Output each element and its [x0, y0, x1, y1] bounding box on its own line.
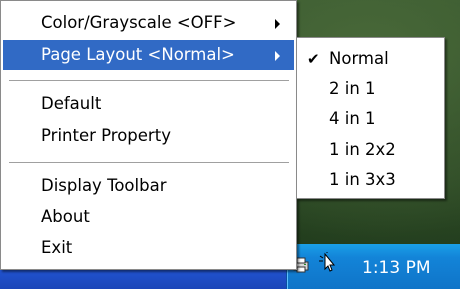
submenu-item-label: Normal	[329, 49, 389, 68]
menu-item-label: About	[41, 207, 90, 226]
submenu-item-2-in-1[interactable]: 2 in 1	[299, 73, 442, 105]
cursor-icon[interactable]	[318, 252, 338, 274]
submenu-arrow-icon	[275, 51, 280, 61]
menu-separator	[9, 80, 289, 82]
menu-separator	[9, 162, 289, 164]
menu-item-color-grayscale[interactable]: Color/Grayscale <OFF>	[3, 8, 294, 38]
menu-item-label: Exit	[41, 238, 73, 257]
submenu-arrow-icon	[275, 19, 280, 29]
menu-item-label: Color/Grayscale <OFF>	[41, 13, 237, 32]
menu-item-label: Display Toolbar	[41, 176, 167, 195]
submenu-item-1-in-3x3[interactable]: 1 in 3x3	[299, 164, 442, 196]
menu-item-display-toolbar[interactable]: Display Toolbar	[3, 171, 294, 201]
submenu-item-label: 1 in 2x2	[329, 140, 396, 159]
menu-item-label: Printer Property	[41, 126, 171, 145]
menu-item-label: Default	[41, 94, 102, 113]
context-menu: Color/Grayscale <OFF> Page Layout <Norma…	[0, 0, 297, 270]
submenu-item-label: 2 in 1	[329, 79, 376, 98]
taskbar-clock[interactable]: 1:13 PM	[362, 258, 431, 278]
check-icon: ✔	[307, 50, 320, 68]
menu-item-exit[interactable]: Exit	[3, 233, 294, 263]
submenu-item-label: 4 in 1	[329, 109, 376, 128]
menu-item-default[interactable]: Default	[3, 89, 294, 119]
submenu-item-4-in-1[interactable]: 4 in 1	[299, 103, 442, 135]
menu-item-about[interactable]: About	[3, 202, 294, 232]
submenu-item-1-in-2x2[interactable]: 1 in 2x2	[299, 134, 442, 166]
menu-item-page-layout[interactable]: Page Layout <Normal>	[3, 40, 294, 70]
menu-item-label: Page Layout <Normal>	[41, 45, 235, 64]
page-layout-submenu: ✔ Normal 2 in 1 4 in 1 1 in 2x2 1 in 3x3	[296, 37, 445, 199]
submenu-item-normal[interactable]: ✔ Normal	[299, 43, 442, 75]
submenu-item-label: 1 in 3x3	[329, 170, 396, 189]
menu-item-printer-property[interactable]: Printer Property	[3, 121, 294, 151]
